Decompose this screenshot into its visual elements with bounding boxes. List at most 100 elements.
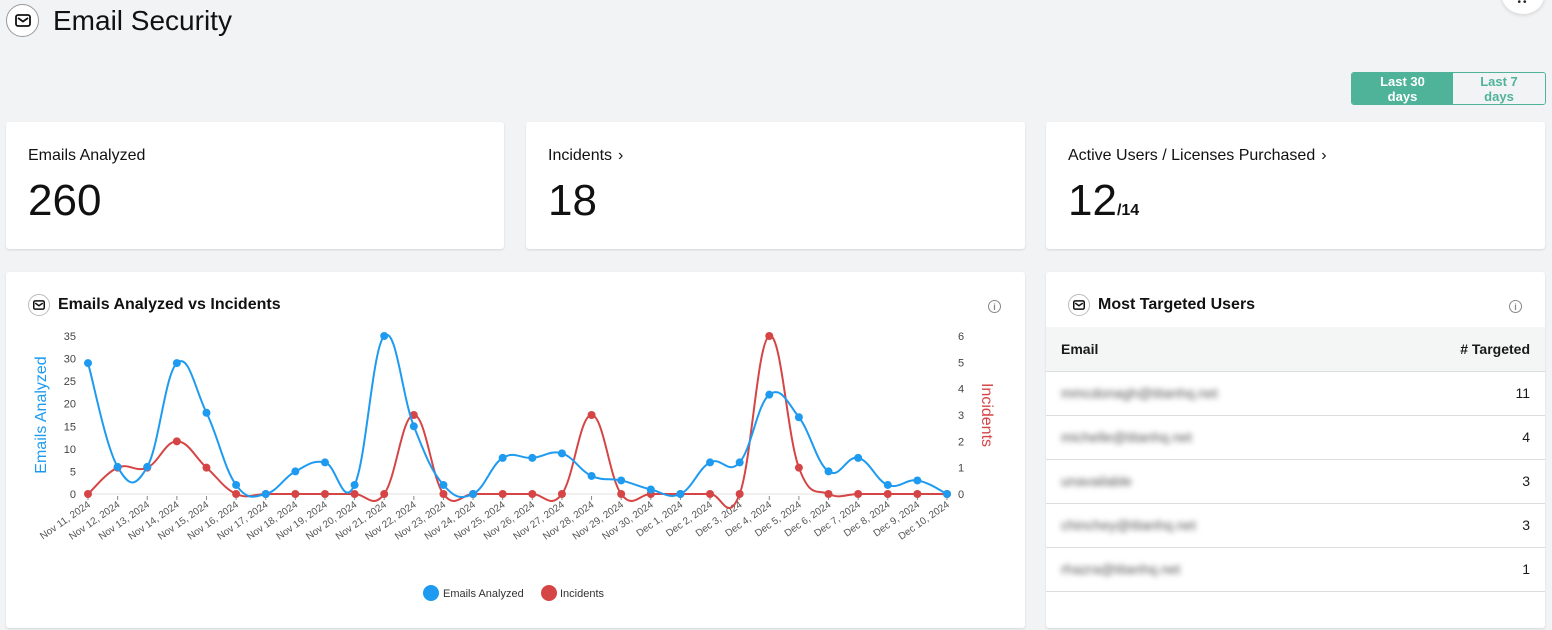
data-point [261,490,270,498]
data-point [676,490,685,498]
data-point [439,490,448,498]
incidents-link[interactable]: Incidents › [548,147,623,165]
targeted-users-table: Email # Targeted mmcdonagh@titanhq.net 11… [1046,327,1545,592]
y-tick-label: 35 [64,331,76,343]
y-tick-label: 0 [70,489,76,501]
data-point [498,453,507,462]
targeted-count: 3 [1371,459,1545,504]
date-range-toggle: Last 30 days Last 7 days [1351,72,1546,105]
envelope-icon [6,4,39,37]
y-tick-label: 30 [64,354,76,366]
legend-label-emails: Emails Analyzed [443,588,524,600]
data-point [380,332,389,340]
y-axis-title: Emails Analyzed [33,356,50,473]
data-point [587,471,596,480]
x-tick-label: Dec 10, 2024 [897,499,952,542]
data-point [232,490,241,498]
data-point [528,453,537,462]
user-email: unavailable [1046,459,1372,504]
user-email: michelle@titanhq.net [1046,415,1372,460]
legend-marker-emails [423,585,439,601]
y2-tick-label: 6 [958,331,964,343]
table-row[interactable]: michelle@titanhq.net 4 [1046,415,1545,460]
data-point [824,467,833,476]
data-point [883,490,892,498]
data-point [794,413,803,422]
data-point [765,332,774,340]
user-email: mmcdonagh@titanhq.net [1046,371,1372,416]
emails-analyzed-card: Emails Analyzed 260 [6,122,504,249]
data-point [735,458,744,467]
stat-label: Emails Analyzed [28,147,146,164]
data-point [706,490,715,498]
data-point [854,453,863,462]
data-point [84,359,92,368]
y2-tick-label: 1 [958,463,964,475]
legend-marker-incidents [541,585,557,601]
data-point [824,490,833,498]
info-icon[interactable]: i [1509,300,1522,313]
last-7-days-button[interactable]: Last 7 days [1453,73,1545,104]
stat-label: Incidents [548,147,613,164]
data-point [943,490,951,498]
targeted-panel-title: Most Targeted Users [1068,294,1255,316]
last-30-days-button[interactable]: Last 30 days [1352,73,1453,104]
data-point [291,467,300,476]
targeted-title: Most Targeted Users [1098,296,1256,313]
data-point [380,490,389,498]
data-point [202,463,211,472]
data-point [439,480,448,489]
targeted-count: 4 [1371,415,1545,460]
user-email: chinchey@titanhq.net [1046,503,1372,548]
licenses-value: /14 [1116,202,1140,219]
table-row[interactable]: rhazra@titanhq.net 1 [1046,547,1545,592]
column-header-email[interactable]: Email [1046,327,1372,372]
data-point [646,485,655,494]
chart-panel: Emails Analyzed vs Incidents i 0 5 10 15 20 2… [6,272,1025,628]
y-tick-label: 20 [64,399,76,411]
stat-value: 18 [548,176,597,225]
column-header-targeted[interactable]: # Targeted [1371,327,1545,372]
data-point [202,408,211,417]
data-point [706,458,715,467]
page-title: Email Security [53,4,232,36]
data-point [883,480,892,489]
targeted-count: 1 [1371,547,1545,592]
data-point [854,490,863,498]
data-point [765,390,774,399]
data-point [735,490,744,498]
data-point [913,476,922,485]
active-users-link[interactable]: Active Users / Licenses Purchased › [1068,147,1327,165]
data-point [409,422,418,431]
data-point [113,462,122,471]
table-row[interactable]: unavailable 3 [1046,459,1545,504]
active-users-card[interactable]: Active Users / Licenses Purchased › 12/1… [1046,122,1545,249]
targeted-users-panel: Most Targeted Users i Email # Targeted m… [1046,272,1545,628]
data-point [350,480,359,489]
data-point [172,437,181,446]
data-point [232,480,241,489]
incidents-card[interactable]: Incidents › 18 [526,122,1025,249]
y2-tick-label: 3 [958,410,964,422]
y2-tick-label: 4 [958,384,964,396]
chevron-right-icon: › [1321,147,1327,164]
stat-value: 12/14 [1068,176,1139,226]
data-point [320,458,329,467]
more-options-button[interactable]: •• [1502,0,1544,14]
y2-tick-label: 5 [958,357,964,369]
targeted-count: 3 [1371,503,1545,548]
y2-tick-label: 0 [958,489,964,501]
envelope-icon [1068,294,1090,316]
data-point [913,490,922,498]
user-email: rhazra@titanhq.net [1046,547,1372,592]
y-tick-label: 25 [64,376,76,388]
series-line-emails-analyzed [87,333,948,499]
data-point [587,411,596,419]
table-row[interactable]: mmcdonagh@titanhq.net 11 [1046,371,1545,416]
data-point [794,463,803,472]
active-users-value: 12 [1068,176,1117,225]
data-point [320,490,329,498]
table-row[interactable]: chinchey@titanhq.net 3 [1046,503,1545,548]
line-chart: 0 5 10 15 20 25 30 35 0 1 2 3 4 5 6 Emails Analyzed Inci… [33,331,995,601]
page-header: Email Security [6,4,232,37]
